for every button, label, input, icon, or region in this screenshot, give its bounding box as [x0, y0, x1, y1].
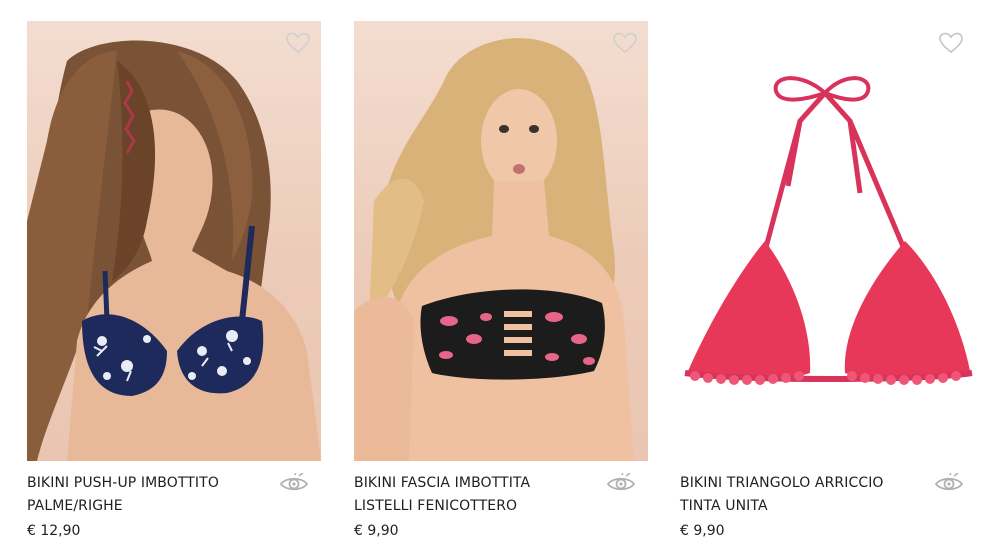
product-image[interactable] [680, 21, 974, 461]
quick-view-eye-icon[interactable] [279, 473, 309, 495]
product-card[interactable]: BIKINI FASCIA IMBOTTITA LISTELLI FENICOT… [354, 21, 648, 537]
wishlist-heart-icon[interactable] [612, 31, 638, 55]
product-name[interactable]: BIKINI PUSH-UP IMBOTTITO PALME/RIGHE [27, 472, 267, 518]
product-photo [27, 40, 321, 461]
product-name-line2[interactable]: PALME/RIGHE [27, 495, 267, 518]
product-price: € 9,90 [680, 523, 725, 537]
product-price: € 9,90 [354, 523, 399, 537]
product-card[interactable]: BIKINI TRIANGOLO ARRICCIO TINTA UNITA € … [680, 21, 974, 537]
wishlist-heart-icon[interactable] [285, 31, 311, 55]
product-image[interactable] [27, 21, 321, 461]
product-name-line2[interactable]: TINTA UNITA [680, 495, 920, 518]
product-name-line2[interactable]: LISTELLI FENICOTTERO [354, 495, 594, 518]
product-card[interactable]: BIKINI PUSH-UP IMBOTTITO PALME/RIGHE € 1… [27, 21, 321, 537]
product-name[interactable]: BIKINI FASCIA IMBOTTITA LISTELLI FENICOT… [354, 472, 594, 518]
product-price: € 12,90 [27, 523, 81, 537]
quick-view-eye-icon[interactable] [606, 473, 636, 495]
quick-view-eye-icon[interactable] [934, 473, 964, 495]
product-name-line1[interactable]: BIKINI PUSH-UP IMBOTTITO [27, 472, 267, 495]
product-photo [354, 38, 634, 461]
product-name-line1[interactable]: BIKINI FASCIA IMBOTTITA [354, 472, 594, 495]
product-image[interactable] [354, 21, 648, 461]
wishlist-heart-icon[interactable] [938, 31, 964, 55]
product-name-line1[interactable]: BIKINI TRIANGOLO ARRICCIO [680, 472, 920, 495]
product-name[interactable]: BIKINI TRIANGOLO ARRICCIO TINTA UNITA [680, 472, 920, 518]
product-grid: BIKINI PUSH-UP IMBOTTITO PALME/RIGHE € 1… [0, 0, 998, 537]
product-photo [684, 76, 973, 385]
